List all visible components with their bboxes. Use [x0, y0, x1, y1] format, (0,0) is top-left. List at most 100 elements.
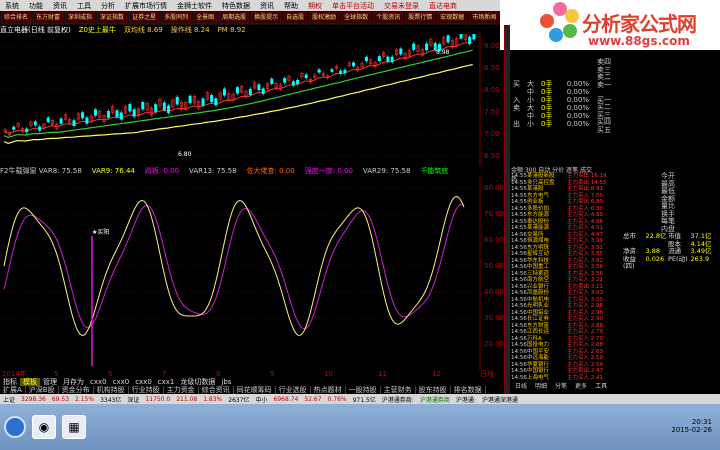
- toolbar-button[interactable]: 东方财富: [33, 12, 64, 24]
- indicator-header: F2牛载弹窗 VAR8: 75.58 VAR9: 76.44 跳板: 0.00 VAR…: [0, 166, 504, 176]
- flow-percent: 0.00%: [566, 88, 589, 96]
- panel-strip[interactable]: [505, 25, 510, 394]
- indicator-tab[interactable]: 月存为: [60, 378, 87, 386]
- right-tab[interactable]: 更多: [571, 381, 591, 391]
- function-tab[interactable]: 股东持股: [416, 386, 451, 394]
- status-item: 0.76%: [327, 395, 347, 403]
- right-tab[interactable]: 明细: [531, 381, 551, 391]
- candle-body: [468, 36, 472, 45]
- start-button[interactable]: [4, 416, 26, 438]
- flow-size: 大: [527, 104, 534, 112]
- flow-percent: 0.00%: [566, 112, 589, 120]
- toolbar-button[interactable]: 全景图: [193, 12, 218, 24]
- menu-item[interactable]: 帮助: [279, 1, 303, 11]
- toolbar-button[interactable]: 宏观数据: [437, 12, 468, 24]
- right-tab[interactable]: 日线: [511, 381, 531, 391]
- flow-size: 大: [527, 80, 534, 88]
- toolbar-button[interactable]: 多股同列: [161, 12, 192, 24]
- status-item: 沪港通:: [455, 396, 476, 404]
- indicator-value: 佐大佬查: 0.00: [246, 167, 295, 175]
- indicator-tab[interactable]: jbs: [218, 378, 234, 386]
- toolbar-button[interactable]: 股权激励: [309, 12, 340, 24]
- toolbar-button[interactable]: 深圳成指: [65, 12, 96, 24]
- quote-cell: 总市: [623, 232, 636, 240]
- function-tab[interactable]: 同花顺筹码: [234, 386, 276, 394]
- candle-body: [257, 84, 261, 91]
- flow-side: 买: [513, 80, 520, 88]
- info-item: 操作线 8.24: [170, 25, 210, 34]
- menu-item[interactable]: 功能: [24, 1, 48, 11]
- function-tab[interactable]: 行业持股: [129, 386, 164, 394]
- function-tab[interactable]: 综合资讯: [199, 386, 234, 394]
- indicator-value: VAR29: 75.58: [362, 167, 411, 175]
- function-tab[interactable]: 扩展A: [0, 386, 26, 394]
- candle-body: [38, 126, 42, 131]
- menu-item[interactable]: 单击平台活动: [327, 1, 379, 11]
- flow-volume: 0手: [541, 104, 553, 112]
- toolbar-button[interactable]: 换股提示: [251, 12, 282, 24]
- status-item: 69.53: [51, 395, 70, 403]
- low-price-label: 6.80: [178, 151, 192, 158]
- toolbar-button[interactable]: 个股资讯: [373, 12, 404, 24]
- candle-body: [270, 78, 274, 84]
- toolbar-button[interactable]: 深证指数: [97, 12, 128, 24]
- indicator-tab[interactable]: 龙级切数据: [177, 378, 218, 386]
- indicator-tab[interactable]: cxx0: [110, 378, 133, 386]
- browser-task-icon[interactable]: ◉: [32, 415, 56, 439]
- ma-line-yellow: [3, 63, 473, 145]
- function-tab[interactable]: 主营财务: [381, 386, 416, 394]
- price-tick: 9.00: [484, 42, 500, 50]
- candle-body: [214, 98, 218, 106]
- toolbar-button[interactable]: 综合排名: [1, 12, 32, 24]
- menu-item[interactable]: 资讯: [255, 1, 279, 11]
- function-tab[interactable]: 行业选股: [276, 386, 311, 394]
- order-flow-row: 卖大 0手 0.00%: [513, 104, 597, 112]
- candle-body: [59, 118, 63, 124]
- flow-volume: 0手: [541, 96, 553, 104]
- function-tab[interactable]: 热点题材: [311, 386, 346, 394]
- function-tab[interactable]: 一股持股: [346, 386, 381, 394]
- toolbar-button[interactable]: 市场新闻: [469, 12, 500, 24]
- indicator-tab[interactable]: cxx0: [132, 378, 155, 386]
- right-bottom-tabs: 日线 明细 分笔 更多 工具: [511, 381, 720, 391]
- indicator-tab[interactable]: cxx1: [155, 378, 178, 386]
- price-tick: 7.50: [484, 108, 500, 116]
- menu-item[interactable]: 特色数据: [217, 1, 255, 11]
- status-item: 6968.74: [273, 395, 299, 403]
- menu-item[interactable]: 分析: [96, 1, 120, 11]
- indicator-chart[interactable]: 80.00 70.00 60.00 50.00 40.00 30.00 20.00 ★买阳: [0, 176, 504, 370]
- indicator-tab[interactable]: 模板: [20, 378, 40, 386]
- function-tab[interactable]: 资金分布: [59, 386, 94, 394]
- indicator-tab[interactable]: cxx0: [87, 378, 110, 386]
- menu-item[interactable]: 交易未登录: [379, 1, 424, 11]
- toolbar-button[interactable]: 股票行情: [405, 12, 436, 24]
- right-tab[interactable]: 工具: [591, 381, 611, 391]
- function-tab[interactable]: 主力资金: [164, 386, 199, 394]
- toolbar-button[interactable]: 全球指数: [341, 12, 372, 24]
- app-task-icon[interactable]: ▦: [62, 415, 86, 439]
- status-item: 沪港通深港通: [481, 396, 518, 404]
- function-tab[interactable]: 排名数据: [451, 386, 486, 394]
- x-tick: 11: [378, 370, 387, 378]
- toolbar-button[interactable]: 证券之星: [129, 12, 160, 24]
- function-tab[interactable]: 机构持股: [94, 386, 129, 394]
- indicator-tab[interactable]: 指标: [0, 378, 20, 386]
- menu-item[interactable]: 直达电商: [424, 1, 462, 11]
- candlestick-chart[interactable]: 9.00 8.50 8.00 7.50 7.00 6.50 8.98 6.80: [0, 34, 504, 166]
- trade-panel-tabs[interactable]: 金额 300 自动 分价 逐笔 成交 热: [511, 165, 597, 183]
- indicator-tab[interactable]: 管理: [40, 378, 60, 386]
- menu-item[interactable]: 扩展市场行情: [120, 1, 172, 11]
- toolbar-button[interactable]: 周期选股: [219, 12, 250, 24]
- menu-item[interactable]: 金狮士软件: [172, 1, 217, 11]
- toolbar-button[interactable]: 自选股: [283, 12, 308, 24]
- menu-item[interactable]: 资讯: [48, 1, 72, 11]
- menu-item[interactable]: 系统: [0, 1, 24, 11]
- candle-body: [472, 34, 476, 40]
- right-tab[interactable]: 分笔: [551, 381, 571, 391]
- indicator-tick: 80.00: [484, 184, 504, 192]
- indicator-value: 千能筑底: [420, 167, 449, 175]
- menu-item[interactable]: 工具: [72, 1, 96, 11]
- depth-side-labels: 卖四 卖三 卖二 卖一 买一 买二 买三 买四 买五: [597, 58, 617, 134]
- function-tab[interactable]: 沪深B股: [26, 386, 59, 394]
- menu-item[interactable]: 期权: [303, 1, 327, 11]
